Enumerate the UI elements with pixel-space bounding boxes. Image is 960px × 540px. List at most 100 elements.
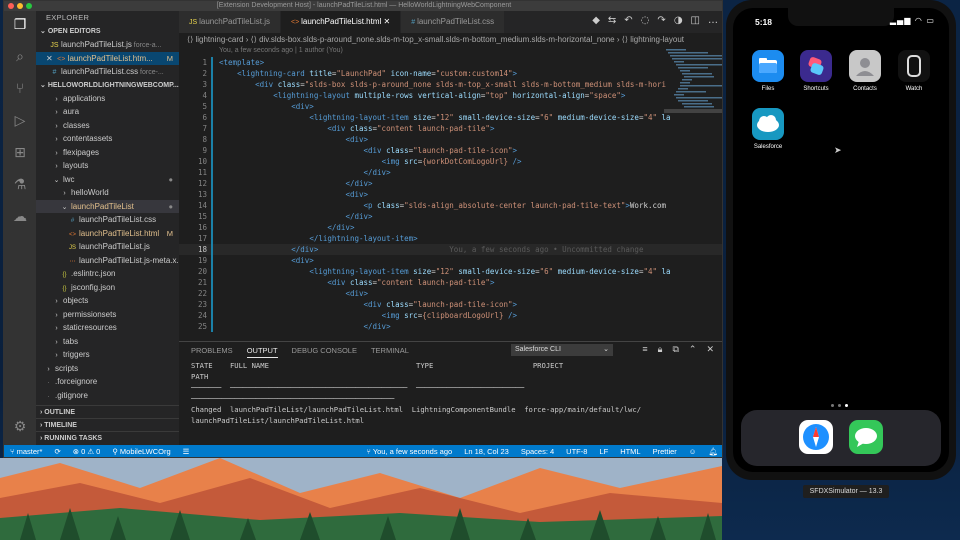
code-line[interactable]: 3 <div class="slds-box slds-p-around_non… [179, 79, 722, 90]
extensions-icon[interactable]: ⊞ [12, 145, 28, 161]
tree-folder[interactable]: › applications [36, 92, 179, 106]
gear-icon[interactable]: ⚙ [12, 419, 28, 435]
app-contacts[interactable]: Contacts [847, 50, 883, 92]
code-line[interactable]: 6 <lightning-layout-item size="12" small… [179, 112, 722, 123]
open-editor-item[interactable]: # launchPadTileList.css force-... [36, 65, 179, 79]
close-window-button[interactable] [8, 3, 14, 9]
sidebar-section-timeline[interactable]: › TIMELINE [36, 418, 179, 431]
back-icon[interactable]: ↶ [624, 15, 632, 26]
dock-safari[interactable] [799, 420, 833, 454]
tree-folder[interactable]: ⌄ launchPadTileList ● [36, 199, 179, 213]
tree-file[interactable]: JS launchPadTileList.js [36, 240, 179, 254]
tree-file[interactable]: ⋯ launchPadTileList.js-meta.x... [36, 254, 180, 268]
app-shortcuts[interactable]: Shortcuts [798, 50, 834, 92]
git-blame[interactable]: ⑂ You, a few seconds ago [366, 445, 452, 457]
tree-file[interactable]: {} .eslintrc.json [36, 267, 179, 281]
output-channel-select[interactable]: Salesforce CLI ⌄ [511, 344, 613, 356]
encoding[interactable]: UTF-8 [566, 445, 587, 457]
panel-tab-debug-console[interactable]: DEBUG CONSOLE [292, 344, 357, 358]
clear-output-icon[interactable]: ≡ [642, 344, 647, 355]
run-debug-icon[interactable]: ▷ [12, 113, 28, 129]
split-editor-icon[interactable]: ◫ [691, 15, 700, 26]
search-icon[interactable]: ⌕ [12, 49, 28, 65]
code-line[interactable]: 23 <div class="launch-pad-tile-icon"> [179, 299, 722, 310]
tree-file[interactable]: # launchPadTileList.css [36, 213, 179, 227]
more-icon[interactable]: … [708, 15, 718, 26]
default-org[interactable]: ⚲ MobileLWCOrg [112, 445, 170, 457]
panel-tab-output[interactable]: OUTPUT [246, 344, 278, 358]
git-branch[interactable]: ⑂ master* [10, 445, 42, 457]
language-mode[interactable]: HTML [620, 445, 640, 457]
problems-count[interactable]: ⊗ 0 ⚠ 0 [73, 445, 101, 457]
minimap[interactable] [664, 47, 723, 127]
code-line[interactable]: 21 <div class="content launch-pad-tile"> [179, 277, 722, 288]
tree-folder[interactable]: › triggers [36, 348, 179, 362]
indentation[interactable]: Spaces: 4 [521, 445, 554, 457]
code-line[interactable]: 4 <lightning-layout multiple-rows vertic… [179, 90, 722, 101]
diamond-icon[interactable]: ◆ [592, 15, 600, 26]
explorer-icon[interactable]: ❐ [12, 17, 28, 33]
open-changes-icon[interactable]: ⇆ [608, 15, 616, 26]
open-editor-item[interactable]: ✕ <> launchPadTileList.htm... M [36, 51, 179, 65]
codelens-blame[interactable]: You, a few seconds ago | 1 author (You) [219, 47, 343, 54]
circle-icon[interactable]: ◌ [641, 15, 650, 26]
code-line[interactable]: 2 <lightning-card title="LaunchPad" icon… [179, 68, 722, 79]
notifications-icon[interactable]: 🔔︎ [708, 445, 718, 457]
test-icon[interactable]: ⚗ [12, 177, 28, 193]
code-line[interactable]: 14 <p class="slds-align_absolute-center … [179, 200, 722, 211]
code-line[interactable]: 18 </div> You, a few seconds ago • Uncom… [179, 244, 722, 255]
open-editor-item[interactable]: JS launchPadTileList.js force-a... [36, 38, 179, 52]
panel-tab-terminal[interactable]: TERMINAL [371, 344, 409, 358]
code-line[interactable]: 15 </div> [179, 211, 722, 222]
close-icon[interactable]: ✕ [381, 17, 391, 26]
code-line[interactable]: 22 <div> [179, 288, 722, 299]
lock-icon[interactable]: 🔒︎ [658, 344, 663, 355]
app-salesforce[interactable]: Salesforce [750, 108, 786, 150]
tree-folder[interactable]: › staticresources [36, 321, 179, 335]
editor-tab[interactable]: # launchPadTileList.css [401, 11, 506, 33]
tree-folder[interactable]: › contentassets [36, 132, 179, 146]
tree-file[interactable]: {} jsconfig.json [36, 281, 179, 295]
tree-folder[interactable]: › classes [36, 119, 179, 133]
code-line[interactable]: 16 </div> [179, 222, 722, 233]
forward-icon[interactable]: ↷ [657, 15, 665, 26]
preview-icon[interactable]: ◑ [674, 15, 683, 26]
source-control-icon[interactable]: ⑂ [12, 81, 28, 97]
tree-file[interactable]: <> launchPadTileList.html M [36, 227, 179, 241]
chevron-up-icon[interactable]: ⌃ [689, 344, 697, 355]
code-line[interactable]: 19 <div> [179, 255, 722, 266]
code-line[interactable]: 12 </div> [179, 178, 722, 189]
code-line[interactable]: 10 <img src={workDotComLogoUrl} /> [179, 156, 722, 167]
app-files[interactable]: Files [750, 50, 786, 92]
tree-folder[interactable]: › permissionsets [36, 308, 179, 322]
app-watch[interactable]: Watch [896, 50, 932, 92]
editor-tab[interactable]: JS launchPadTileList.js [179, 11, 281, 33]
code-line[interactable]: 17 </lightning-layout-item> [179, 233, 722, 244]
code-line[interactable]: 1 <template> [179, 57, 722, 68]
open-editors-section[interactable]: ⌄ OPEN EDITORS [36, 25, 179, 38]
sync-icon[interactable]: ⟳ [54, 445, 60, 457]
salesforce-icon[interactable]: ☁ [12, 209, 28, 225]
eol[interactable]: LF [599, 445, 608, 457]
code-line[interactable]: 11 </div> [179, 167, 722, 178]
project-section[interactable]: ⌄ HELLOWORLDLIGHTNINGWEBCOMP... [36, 79, 179, 92]
tree-file[interactable]: · .forceignore [36, 375, 179, 389]
minimize-window-button[interactable] [17, 3, 23, 9]
feedback-icon[interactable]: ☺ [689, 445, 697, 457]
code-line[interactable]: 8 <div> [179, 134, 722, 145]
editor-tab[interactable]: <> launchPadTileList.html ✕ [280, 11, 402, 33]
code-line[interactable]: 9 <div class="launch-pad-tile-icon"> [179, 145, 722, 156]
code-line[interactable]: 24 <img src={clipboardLogoUrl} /> [179, 310, 722, 321]
dock-messages[interactable] [849, 420, 883, 454]
tree-folder[interactable]: ⌄ lwc ● [36, 173, 179, 187]
formatter[interactable]: Prettier [653, 445, 677, 457]
code-line[interactable]: 25 </div> [179, 321, 722, 332]
cursor-position[interactable]: Ln 18, Col 23 [464, 445, 509, 457]
sidebar-section-outline[interactable]: › OUTLINE [36, 405, 179, 418]
tree-folder[interactable]: › aura [36, 105, 179, 119]
tree-folder[interactable]: › layouts [36, 159, 179, 173]
panel-tab-problems[interactable]: PROBLEMS [191, 344, 233, 358]
tree-folder[interactable]: › flexipages [36, 146, 179, 160]
menu-icon[interactable]: ☰ [183, 445, 190, 457]
code-line[interactable]: 7 <div class="content launch-pad-tile"> [179, 123, 722, 134]
